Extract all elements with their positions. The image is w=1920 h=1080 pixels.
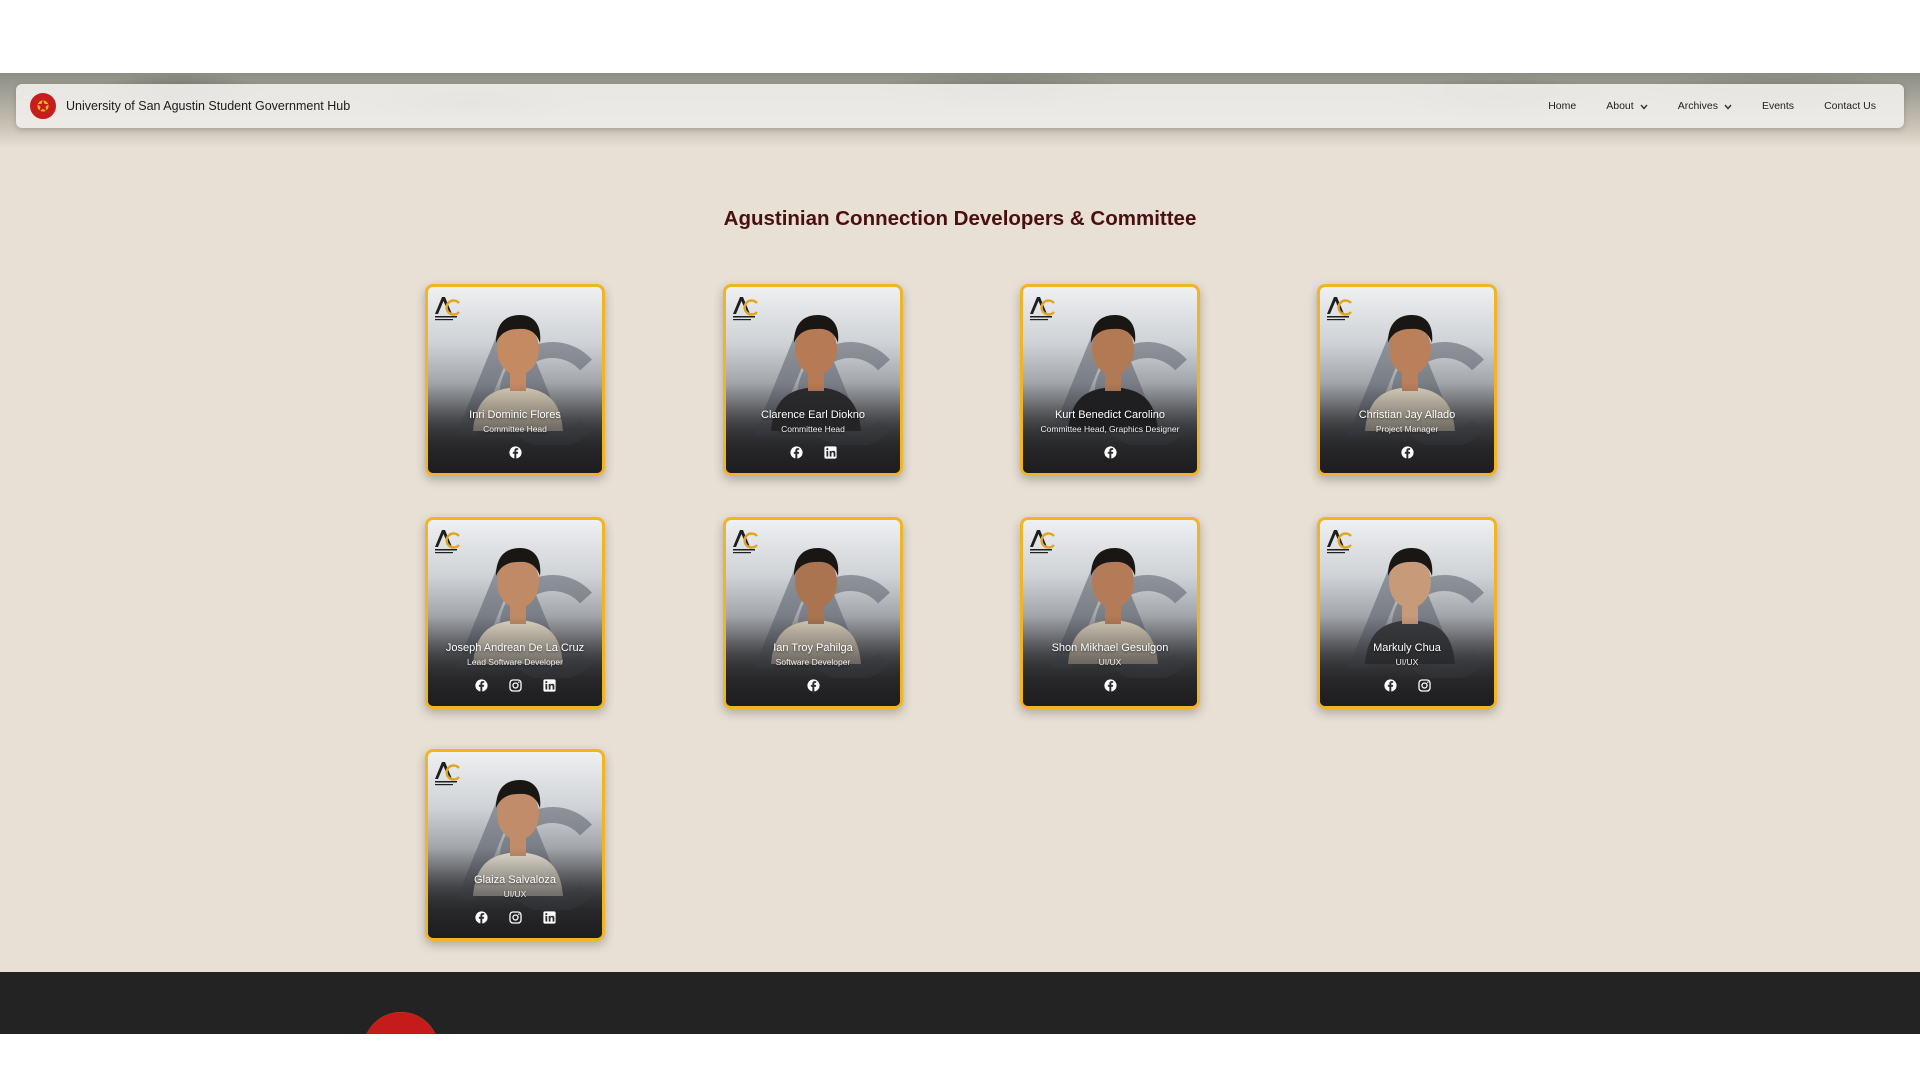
instagram-icon[interactable] [508, 678, 522, 692]
facebook-icon[interactable] [1383, 678, 1397, 692]
member-role: Project Manager [1375, 424, 1439, 434]
page-viewport: University of San Agustin Student Govern… [0, 73, 1920, 1034]
facebook-icon[interactable] [1103, 678, 1117, 692]
social-links [1023, 678, 1197, 692]
site-title: University of San Agustin Student Govern… [66, 99, 351, 113]
footer [0, 972, 1920, 1034]
social-links [1023, 445, 1197, 459]
member-role: Committee Head [781, 424, 845, 434]
nav-label: About [1606, 100, 1634, 112]
member-name: Joseph Andrean De La Cruz [445, 642, 585, 654]
facebook-icon[interactable] [789, 445, 803, 459]
nav-archives[interactable]: Archives [1678, 100, 1732, 112]
member-name: Clarence Earl Diokno [761, 409, 865, 421]
member-card: Markuly Chua UI/UX [1317, 517, 1497, 709]
nav-contact-us[interactable]: Contact Us [1824, 100, 1876, 112]
ac-logo-icon [435, 530, 460, 554]
ac-logo-icon [435, 297, 460, 321]
facebook-icon[interactable] [474, 910, 488, 924]
member-name: Christian Jay Allado [1358, 409, 1456, 421]
nav-about[interactable]: About [1606, 100, 1648, 112]
ac-logo-icon [1030, 297, 1055, 321]
nav-label: Archives [1677, 100, 1718, 112]
member-name: Glaiza Salvaloza [474, 874, 556, 886]
linkedin-icon[interactable] [542, 678, 556, 692]
member-name: Ian Troy Pahilga [773, 642, 853, 654]
member-role: UI/UX [1098, 657, 1122, 667]
member-card: Clarence Earl Diokno Committee Head [723, 284, 903, 476]
chevron-down-icon [1640, 102, 1648, 112]
member-role: UI/UX [1395, 657, 1419, 667]
ac-logo-icon [1327, 530, 1352, 554]
university-seal-icon [30, 93, 56, 119]
member-card: Kurt Benedict Carolino Committee Head, G… [1020, 284, 1200, 476]
nav-label: Events [1761, 100, 1795, 112]
facebook-icon[interactable] [474, 678, 488, 692]
ac-logo-icon [1327, 297, 1352, 321]
member-name: Markuly Chua [1373, 642, 1441, 654]
instagram-icon[interactable] [508, 910, 522, 924]
social-links [726, 445, 900, 459]
linkedin-icon[interactable] [823, 445, 837, 459]
facebook-icon[interactable] [508, 445, 522, 459]
member-role: Software Developer [775, 657, 851, 667]
facebook-icon[interactable] [806, 678, 820, 692]
member-name: Kurt Benedict Carolino [1054, 409, 1166, 421]
social-links [428, 910, 602, 924]
nav-home[interactable]: Home [1548, 100, 1576, 112]
linkedin-icon[interactable] [542, 910, 556, 924]
member-card: Glaiza Salvaloza UI/UX [425, 749, 605, 941]
chevron-down-icon [1724, 102, 1732, 112]
social-links [726, 678, 900, 692]
nav-label: Contact Us [1824, 100, 1876, 112]
section-title: Agustinian Connection Developers & Commi… [723, 207, 1197, 230]
footer-seal-icon [363, 1012, 439, 1034]
social-links [428, 445, 602, 459]
brand[interactable]: University of San Agustin Student Govern… [30, 93, 350, 119]
member-card: Ian Troy Pahilga Software Developer [723, 517, 903, 709]
social-links [1320, 445, 1494, 459]
facebook-icon[interactable] [1103, 445, 1117, 459]
navbar: University of San Agustin Student Govern… [16, 84, 1904, 128]
member-role: Committee Head, Graphics Designer [1040, 424, 1180, 434]
member-role: Committee Head [483, 424, 547, 434]
facebook-icon[interactable] [1400, 445, 1414, 459]
member-card: Joseph Andrean De La Cruz Lead Software … [425, 517, 605, 709]
nav-events[interactable]: Events [1762, 100, 1794, 112]
member-card: Christian Jay Allado Project Manager [1317, 284, 1497, 476]
ac-logo-icon [1030, 530, 1055, 554]
ac-logo-icon [435, 762, 460, 786]
nav-label: Home [1548, 100, 1577, 112]
ac-logo-icon [733, 297, 758, 321]
social-links [1320, 678, 1494, 692]
member-role: Lead Software Developer [467, 657, 563, 667]
member-card: Inri Dominic Flores Committee Head [425, 284, 605, 476]
social-links [428, 678, 602, 692]
nav-links: Home About Archives Events Contact Us [1548, 100, 1890, 112]
member-name: Shon Mikhael Gesulgon [1051, 642, 1169, 654]
instagram-icon[interactable] [1417, 678, 1431, 692]
member-card: Shon Mikhael Gesulgon UI/UX [1020, 517, 1200, 709]
ac-logo-icon [733, 530, 758, 554]
member-role: UI/UX [503, 889, 527, 899]
member-name: Inri Dominic Flores [469, 409, 561, 421]
